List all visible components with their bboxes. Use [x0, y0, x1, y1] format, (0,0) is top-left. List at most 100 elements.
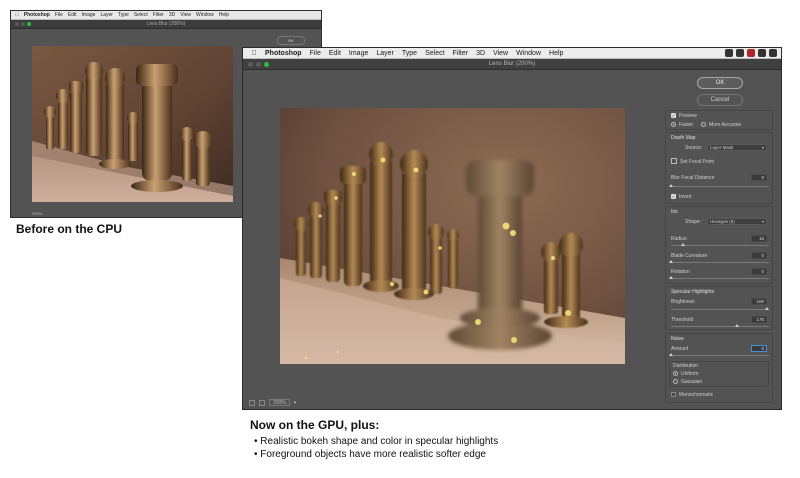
rotation-slider[interactable] — [671, 278, 769, 279]
iris-heading: Iris — [671, 209, 678, 215]
invert-label: Invert — [679, 194, 692, 200]
bluetooth-icon[interactable] — [758, 49, 766, 57]
before-menu-view[interactable]: View — [180, 12, 191, 18]
rotation-knob[interactable] — [669, 276, 673, 279]
menu-window[interactable]: Window — [512, 50, 545, 57]
before-ok-button[interactable]: OK — [277, 36, 305, 45]
amount-slider[interactable] — [671, 355, 769, 356]
before-menu-3d[interactable]: 3D — [169, 12, 175, 18]
menu-help[interactable]: Help — [545, 50, 567, 57]
lens-blur-panel: OK Cancel ✓ Preview Faster More Accurate… — [661, 72, 777, 407]
before-apple-icon[interactable]:  — [15, 12, 19, 18]
monochromatic-checkbox[interactable] — [671, 392, 676, 397]
menu-file[interactable]: File — [306, 50, 325, 57]
threshold-slider[interactable] — [671, 326, 769, 327]
cloud-icon[interactable] — [725, 49, 733, 57]
before-menu-layer[interactable]: Layer — [100, 12, 113, 18]
before-menu-image[interactable]: Image — [82, 12, 96, 18]
amount-knob[interactable] — [669, 353, 673, 356]
preview-label: Preview — [679, 113, 697, 119]
rotation-label: Rotation — [671, 269, 690, 275]
gaussian-radio[interactable] — [673, 379, 678, 384]
uniform-radio[interactable] — [673, 371, 678, 376]
menu-type[interactable]: Type — [398, 50, 421, 57]
zoom-in-icon[interactable] — [259, 399, 265, 406]
radius-slider[interactable] — [671, 245, 769, 246]
faster-radio[interactable] — [671, 122, 676, 127]
before-menu-filter[interactable]: Filter — [153, 12, 164, 18]
zoom-level[interactable]: 200% — [269, 399, 290, 406]
before-menu-type[interactable]: Type — [118, 12, 129, 18]
blade-curvature-label: Blade Curvature — [671, 253, 708, 259]
menubar-status-icons — [725, 49, 777, 57]
blade-curvature-slider[interactable] — [671, 262, 769, 263]
crosshair-icon[interactable] — [671, 158, 677, 164]
preview-checkbox[interactable]: ✓ — [671, 113, 676, 118]
before-menu-file[interactable]: File — [55, 12, 63, 18]
cancel-button[interactable]: Cancel — [697, 94, 743, 106]
more-accurate-radio[interactable] — [701, 122, 706, 127]
after-window-title: Lens Blur (200%) — [488, 61, 536, 67]
gaussian-label: Gaussian — [681, 379, 703, 385]
noise-heading: Noise — [671, 336, 684, 342]
menu-layer[interactable]: Layer — [372, 50, 398, 57]
before-window-title: Lens Blur (200%) — [146, 21, 186, 27]
menu-select[interactable]: Select — [421, 50, 448, 57]
blur-focal-distance-label: Blur Focal Distance — [671, 175, 715, 181]
zoom-dropdown-icon[interactable]: ▾ — [294, 400, 297, 406]
before-menu-window[interactable]: Window — [196, 12, 214, 18]
menu-photoshop[interactable]: Photoshop — [261, 50, 306, 57]
after-photoshop-window:  Photoshop File Edit Image Layer Type S… — [242, 47, 782, 410]
before-titlebar: Lens Blur (200%) — [11, 20, 321, 29]
menu-3d[interactable]: 3D — [472, 50, 489, 57]
radius-knob[interactable] — [681, 243, 685, 246]
ok-button[interactable]: OK — [697, 77, 743, 89]
threshold-knob[interactable] — [735, 324, 739, 327]
wifi-icon[interactable] — [769, 49, 777, 57]
after-titlebar: Lens Blur (200%) — [243, 59, 781, 70]
brightness-knob[interactable] — [765, 307, 769, 310]
before-menu-edit[interactable]: Edit — [68, 12, 77, 18]
brightness-input[interactable]: 100 — [751, 298, 767, 305]
radius-input[interactable]: 15 — [751, 235, 767, 242]
after-preview-image — [280, 108, 625, 364]
blur-focal-distance-slider[interactable] — [671, 186, 769, 187]
menu-image[interactable]: Image — [345, 50, 372, 57]
before-menu-help[interactable]: Help — [219, 12, 229, 18]
shape-select[interactable]: Hexagon (6) ▾ — [707, 218, 767, 225]
distribution-label: Distribution — [673, 363, 699, 369]
specular-heading: Specular Highlights — [671, 289, 715, 295]
menu-view[interactable]: View — [489, 50, 512, 57]
threshold-input[interactable]: 175 — [751, 316, 767, 323]
before-menu-photoshop[interactable]: Photoshop — [24, 12, 50, 18]
brightness-slider[interactable] — [671, 309, 769, 310]
chevron-down-icon: ▾ — [761, 145, 764, 150]
faster-label: Faster — [679, 122, 694, 128]
uniform-label: Uniform — [681, 371, 699, 377]
canvas-footer: 200% ▾ — [243, 396, 659, 409]
blade-curvature-input[interactable]: 0 — [751, 252, 767, 259]
source-value: Layer Mask — [710, 145, 734, 150]
invert-checkbox[interactable]: ✓ — [671, 194, 676, 199]
apple-icon[interactable]:  — [247, 50, 261, 57]
gpu-icon[interactable] — [736, 49, 744, 57]
zoom-out-icon[interactable] — [249, 399, 255, 406]
shield-icon[interactable] — [747, 49, 755, 57]
monochromatic-label: Monochromatic — [679, 392, 714, 398]
chevron-down-icon: ▾ — [761, 219, 764, 224]
set-focal-point-label[interactable]: Set Focal Point — [680, 159, 714, 165]
blade-curvature-knob[interactable] — [669, 260, 673, 263]
menu-edit[interactable]: Edit — [325, 50, 345, 57]
shape-label: Shape: — [685, 219, 701, 225]
before-menu-select[interactable]: Select — [134, 12, 148, 18]
bullet-bokeh: • Realistic bokeh shape and color in spe… — [254, 436, 499, 447]
source-label: Source: — [685, 145, 703, 151]
rotation-input[interactable]: 0 — [751, 268, 767, 275]
threshold-label: Threshold — [671, 317, 694, 323]
blur-focal-distance-input[interactable]: 0 — [751, 174, 767, 181]
blur-focal-distance-knob[interactable] — [669, 184, 673, 187]
after-caption-title: Now on the GPU, plus: — [250, 418, 380, 432]
menu-filter[interactable]: Filter — [449, 50, 473, 57]
source-select[interactable]: Layer Mask ▾ — [707, 144, 767, 151]
amount-input[interactable]: 0 — [751, 345, 767, 352]
